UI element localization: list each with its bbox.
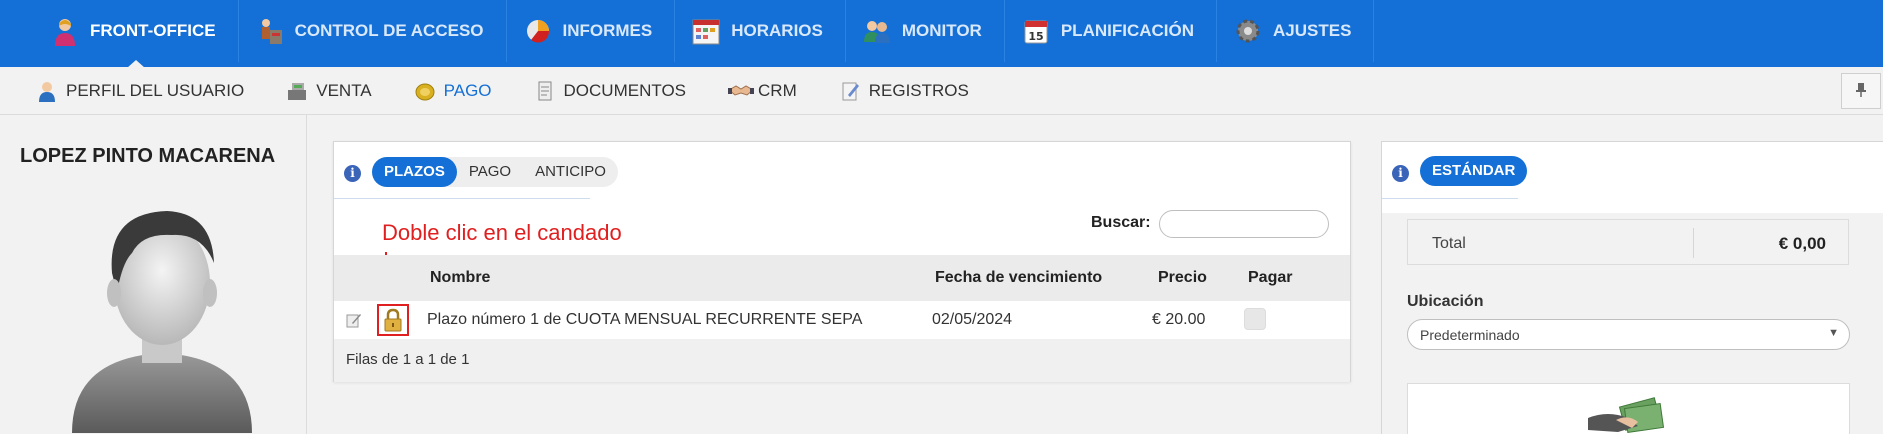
subnav-pago-label: PAGO bbox=[443, 80, 492, 100]
turnstile-icon bbox=[255, 16, 285, 46]
subnav-venta-label: VENTA bbox=[316, 80, 372, 100]
subnav-venta[interactable]: VENTA bbox=[286, 80, 372, 102]
subnav-documentos[interactable]: DOCUMENTOS bbox=[534, 80, 686, 102]
summary-panel: i ESTÁNDAR Total € 0,00 Ubicación Predet… bbox=[1381, 141, 1883, 434]
nav-monitor[interactable]: MONITOR bbox=[846, 0, 1005, 62]
total-divider bbox=[1693, 228, 1694, 258]
user-name: LOPEZ PINTO MACARENA bbox=[20, 145, 276, 167]
user-icon bbox=[36, 80, 58, 102]
table-footer: Filas de 1 a 1 de 1 bbox=[334, 339, 1350, 382]
nav-front-office-label: FRONT-OFFICE bbox=[90, 21, 216, 40]
subnav-registros-label: REGISTROS bbox=[868, 80, 969, 100]
total-label: Total bbox=[1432, 235, 1466, 252]
subnav-registros[interactable]: REGISTROS bbox=[839, 80, 969, 102]
column-nombre[interactable]: Nombre bbox=[430, 269, 490, 287]
subnav-pago[interactable]: PAGO bbox=[414, 80, 492, 102]
tab-underline bbox=[334, 198, 590, 199]
tab-plazos[interactable]: PLAZOS bbox=[372, 157, 457, 187]
avatar bbox=[62, 193, 262, 433]
nav-horarios-label: HORARIOS bbox=[731, 21, 823, 40]
calendar-grid-icon bbox=[691, 16, 721, 46]
search-input[interactable] bbox=[1159, 210, 1329, 238]
nav-monitor-label: MONITOR bbox=[901, 21, 982, 40]
column-fecha-vencimiento[interactable]: Fecha de vencimiento bbox=[935, 269, 1102, 287]
table-header: Nombre Fecha de vencimiento Precio Pagar bbox=[334, 255, 1350, 301]
svg-text:15: 15 bbox=[1028, 30, 1043, 43]
nav-horarios[interactable]: HORARIOS bbox=[675, 0, 846, 62]
tab-anticipo[interactable]: ANTICIPO bbox=[523, 157, 618, 187]
sub-navigation: PERFIL DEL USUARIO VENTA PAGO DOCUMENTOS… bbox=[0, 67, 1883, 115]
payments-tabs: PLAZOS PAGO ANTICIPO bbox=[372, 157, 618, 187]
row-price: € 20.00 bbox=[1152, 311, 1206, 328]
user-icon bbox=[50, 16, 80, 46]
info-icon[interactable]: i bbox=[344, 165, 361, 182]
info-icon[interactable]: i bbox=[1392, 165, 1409, 182]
payment-box[interactable] bbox=[1407, 383, 1850, 434]
nav-informes[interactable]: INFORMES bbox=[507, 0, 676, 62]
nav-control-de-acceso[interactable]: CONTROL DE ACCESO bbox=[239, 0, 507, 62]
annotation-text: Doble clic en el candado bbox=[382, 220, 622, 245]
pay-checkbox[interactable] bbox=[1244, 308, 1266, 330]
gear-icon bbox=[1233, 16, 1263, 46]
nav-ajustes[interactable]: AJUSTES bbox=[1217, 0, 1375, 62]
handshake-icon bbox=[728, 80, 755, 102]
rows-info: Filas de 1 a 1 de 1 bbox=[346, 351, 470, 368]
pin-button[interactable] bbox=[1841, 73, 1881, 109]
coins-icon bbox=[414, 80, 436, 102]
cash-register-icon bbox=[286, 80, 308, 102]
tab-estandar[interactable]: ESTÁNDAR bbox=[1420, 156, 1528, 186]
nav-control-de-acceso-label: CONTROL DE ACCESO bbox=[294, 21, 484, 40]
total-box: Total € 0,00 bbox=[1407, 219, 1849, 265]
subnav-crm[interactable]: CRM bbox=[728, 80, 797, 102]
lock-button[interactable] bbox=[377, 304, 409, 336]
total-value: € 0,00 bbox=[1778, 234, 1826, 253]
column-pagar[interactable]: Pagar bbox=[1248, 269, 1292, 287]
edit-icon[interactable] bbox=[346, 312, 362, 328]
users-icon bbox=[862, 16, 892, 46]
notepad-icon bbox=[839, 80, 861, 102]
column-precio[interactable]: Precio bbox=[1158, 269, 1207, 287]
profile-sidebar: LOPEZ PINTO MACARENA bbox=[0, 115, 307, 434]
row-name: Plazo número 1 de CUOTA MENSUAL RECURREN… bbox=[427, 311, 863, 328]
tab-underline bbox=[1382, 198, 1518, 199]
chevron-down-icon: ▼ bbox=[1828, 327, 1839, 339]
payments-panel: i PLAZOS PAGO ANTICIPO Buscar: Doble cli… bbox=[333, 141, 1351, 382]
calendar-icon: 15 bbox=[1021, 16, 1051, 46]
money-hand-icon bbox=[1588, 397, 1665, 433]
subnav-crm-label: CRM bbox=[758, 80, 797, 100]
table-row[interactable]: Plazo número 1 de CUOTA MENSUAL RECURREN… bbox=[334, 301, 1350, 339]
subnav-documentos-label: DOCUMENTOS bbox=[563, 80, 687, 100]
document-icon bbox=[534, 80, 556, 102]
nav-front-office[interactable]: FRONT-OFFICE bbox=[34, 0, 239, 68]
subnav-perfil-label: PERFIL DEL USUARIO bbox=[66, 80, 245, 100]
location-label: Ubicación bbox=[1407, 293, 1484, 310]
nav-planificacion-label: PLANIFICACIÓN bbox=[1060, 21, 1195, 40]
location-select[interactable]: Predeterminado ▼ bbox=[1407, 319, 1850, 350]
nav-planificacion[interactable]: 15 PLANIFICACIÓN bbox=[1005, 0, 1218, 62]
main-navigation: FRONT-OFFICE CONTROL DE ACCESO INFORMES … bbox=[0, 0, 1883, 68]
summary-body: Total € 0,00 Ubicación Predeterminado ▼ bbox=[1382, 213, 1883, 434]
pie-chart-icon bbox=[523, 16, 553, 46]
subnav-perfil-del-usuario[interactable]: PERFIL DEL USUARIO bbox=[36, 80, 244, 102]
lock-icon bbox=[384, 308, 402, 332]
location-value: Predeterminado bbox=[1420, 327, 1520, 343]
nav-ajustes-label: AJUSTES bbox=[1273, 21, 1352, 40]
pin-icon bbox=[1855, 82, 1867, 101]
nav-informes-label: INFORMES bbox=[562, 21, 653, 40]
search-label: Buscar: bbox=[1091, 214, 1151, 231]
tab-pago[interactable]: PAGO bbox=[457, 157, 523, 187]
row-due-date: 02/05/2024 bbox=[932, 311, 1013, 328]
